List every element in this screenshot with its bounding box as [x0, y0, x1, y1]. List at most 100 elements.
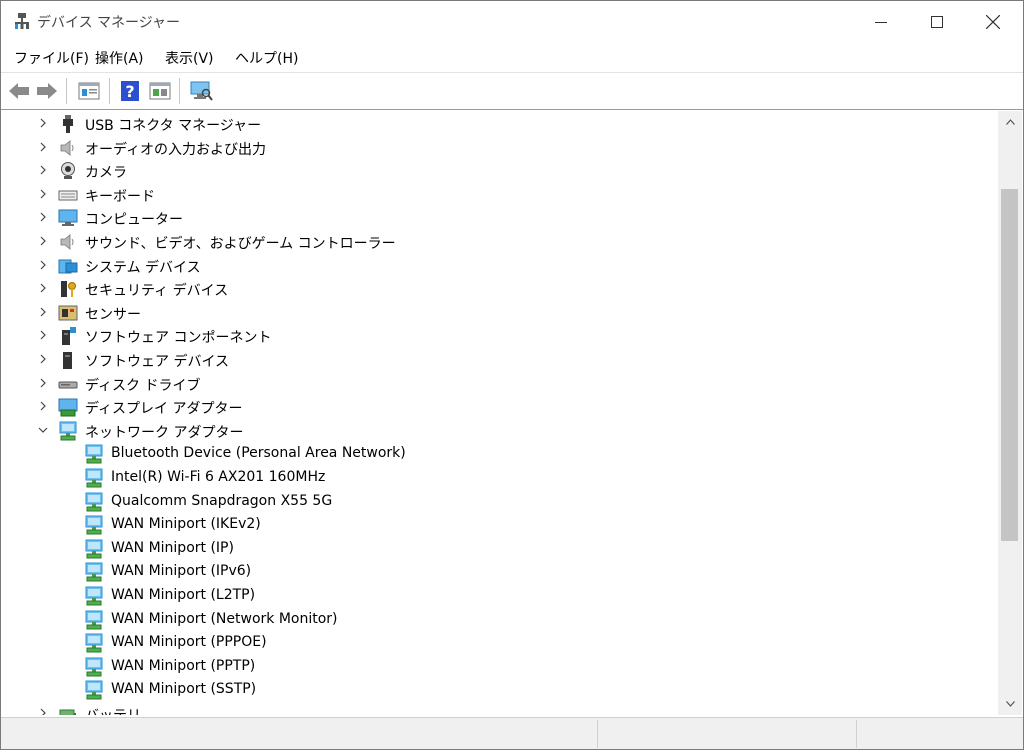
tree-device[interactable]: WAN Miniport (IKEv2) [4, 513, 994, 536]
tree-category[interactable]: ディスプレイ アダプター [4, 395, 994, 418]
scroll-up-button[interactable] [998, 113, 1022, 130]
tree-item-label: WAN Miniport (IP) [111, 539, 234, 556]
chevron-right-icon[interactable] [38, 307, 48, 317]
tree-device[interactable]: WAN Miniport (IPv6) [4, 560, 994, 583]
tree-device[interactable]: Qualcomm Snapdragon X55 5G [4, 490, 994, 513]
status-pane [597, 720, 856, 748]
security-key-icon [61, 281, 76, 298]
chevron-right-icon[interactable] [38, 354, 48, 364]
tree-category[interactable]: USB コネクタ マネージャー [4, 112, 994, 135]
maximize-button[interactable] [909, 1, 965, 42]
tree-item-label: サウンド、ビデオ、およびゲーム コントローラー [85, 236, 396, 252]
chevron-right-icon[interactable] [38, 260, 48, 270]
tree-category[interactable]: ネットワーク アダプター [4, 419, 994, 442]
tree-item-label: カメラ [85, 165, 127, 182]
tree-category[interactable]: システム デバイス [4, 254, 994, 277]
network-adapter-icon [85, 539, 103, 559]
menu-file[interactable]: ファイル(F) [14, 48, 89, 68]
monitor-icon [58, 209, 78, 227]
tree-category[interactable]: セキュリティ デバイス [4, 277, 994, 300]
chevron-right-icon[interactable] [38, 283, 48, 293]
display-adapter-icon [58, 398, 78, 417]
chevron-right-icon[interactable] [38, 142, 48, 152]
minimize-button[interactable] [853, 1, 909, 42]
tree-item-label: システム デバイス [85, 259, 201, 276]
speaker-icon [60, 139, 74, 156]
scan-hardware-icon [190, 81, 213, 101]
scroll-thumb[interactable] [1001, 189, 1018, 541]
scan-hardware-button[interactable] [189, 79, 213, 103]
tree-category[interactable]: サウンド、ビデオ、およびゲーム コントローラー [4, 230, 994, 253]
network-adapter-icon [85, 468, 103, 488]
tree-item-label: WAN Miniport (PPPOE) [111, 634, 267, 651]
tree-item-label: ディスク ドライブ [85, 377, 201, 394]
back-button[interactable] [7, 79, 31, 103]
chevron-right-icon[interactable] [38, 708, 48, 715]
tree-device[interactable]: WAN Miniport (Network Monitor) [4, 608, 994, 631]
chevron-down-icon[interactable] [38, 425, 48, 435]
update-driver-icon [149, 82, 171, 100]
tree-item-label: WAN Miniport (Network Monitor) [111, 610, 338, 627]
chevron-right-icon[interactable] [38, 165, 48, 175]
software-device-icon [63, 352, 72, 369]
tree-item-label: キーボード [85, 188, 155, 205]
close-icon [986, 14, 1000, 29]
tree-category[interactable]: キーボード [4, 183, 994, 206]
tree-device[interactable]: WAN Miniport (L2TP) [4, 584, 994, 607]
tree-item-label: ソフトウェア コンポーネント [85, 330, 272, 347]
tree-category[interactable]: ソフトウェア コンポーネント [4, 324, 994, 347]
back-arrow-icon [9, 83, 29, 99]
tree-item-label: WAN Miniport (IKEv2) [111, 516, 261, 533]
tree-device[interactable]: WAN Miniport (PPPOE) [4, 631, 994, 654]
forward-button[interactable] [35, 79, 59, 103]
toolbar: ? [1, 72, 1023, 110]
tree-device[interactable]: WAN Miniport (PPTP) [4, 655, 994, 678]
network-adapter-icon [85, 633, 103, 653]
tree-item-label: Qualcomm Snapdragon X55 5G [111, 492, 333, 509]
tree-item-label: WAN Miniport (L2TP) [111, 587, 256, 603]
menu-action[interactable]: 操作(A) [95, 48, 144, 68]
tree-category[interactable]: ソフトウェア デバイス [4, 348, 994, 371]
tree-category[interactable]: オーディオの入力および出力 [4, 136, 994, 159]
webcam-icon [61, 162, 75, 180]
window-title: デバイス マネージャー [37, 15, 181, 31]
tree-device[interactable]: WAN Miniport (SSTP) [4, 678, 994, 701]
menu-help[interactable]: ヘルプ(H) [235, 48, 298, 68]
tree-category[interactable]: ディスク ドライブ [4, 372, 994, 395]
tree-item-label: バッテリ [85, 705, 141, 715]
disk-drive-icon [58, 381, 78, 389]
tree-item-label: ネットワーク アダプター [85, 424, 244, 441]
vertical-scrollbar[interactable] [998, 111, 1022, 715]
network-adapter-icon [85, 562, 103, 582]
menu-bar: ファイル(F) 操作(A) 表示(V) ヘルプ(H) [1, 42, 1023, 72]
network-adapter-icon [85, 444, 103, 464]
tree-category[interactable]: センサー [4, 301, 994, 324]
tree-item-label: USB コネクタ マネージャー [85, 118, 262, 134]
menu-view[interactable]: 表示(V) [165, 48, 214, 68]
device-tree[interactable]: USB コネクタ マネージャー オーディオの入力および出力 カメラキーボード コンピュ… [4, 111, 998, 715]
tree-category[interactable]: コンピューター [4, 206, 994, 229]
scroll-down-button[interactable] [998, 695, 1022, 712]
tree-device[interactable]: Bluetooth Device (Personal Area Network) [4, 442, 994, 465]
chevron-right-icon[interactable] [38, 236, 48, 246]
update-driver-button[interactable] [148, 79, 172, 103]
chevron-right-icon[interactable] [38, 118, 48, 128]
help-button[interactable]: ? [118, 79, 142, 103]
tree-category[interactable]: バッテリ [4, 702, 994, 715]
tree-item-label: オーディオの入力および出力 [85, 141, 267, 158]
chevron-right-icon[interactable] [38, 401, 48, 411]
title-bar[interactable]: デバイス マネージャー [1, 1, 1023, 42]
properties-button[interactable] [77, 79, 101, 103]
chevron-right-icon[interactable] [38, 189, 48, 199]
tree-device[interactable]: Intel(R) Wi-Fi 6 AX201 160MHz [4, 466, 994, 489]
network-adapter-icon [59, 421, 77, 441]
tree-item-label: WAN Miniport (IPv6) [111, 563, 252, 580]
tree-category[interactable]: カメラ [4, 159, 994, 182]
chevron-right-icon[interactable] [38, 212, 48, 222]
chevron-right-icon[interactable] [38, 330, 48, 340]
tree-device[interactable]: WAN Miniport (IP) [4, 537, 994, 560]
close-button[interactable] [965, 1, 1021, 42]
status-bar [1, 717, 1023, 749]
chevron-right-icon[interactable] [38, 378, 48, 388]
network-adapter-icon [85, 680, 103, 700]
